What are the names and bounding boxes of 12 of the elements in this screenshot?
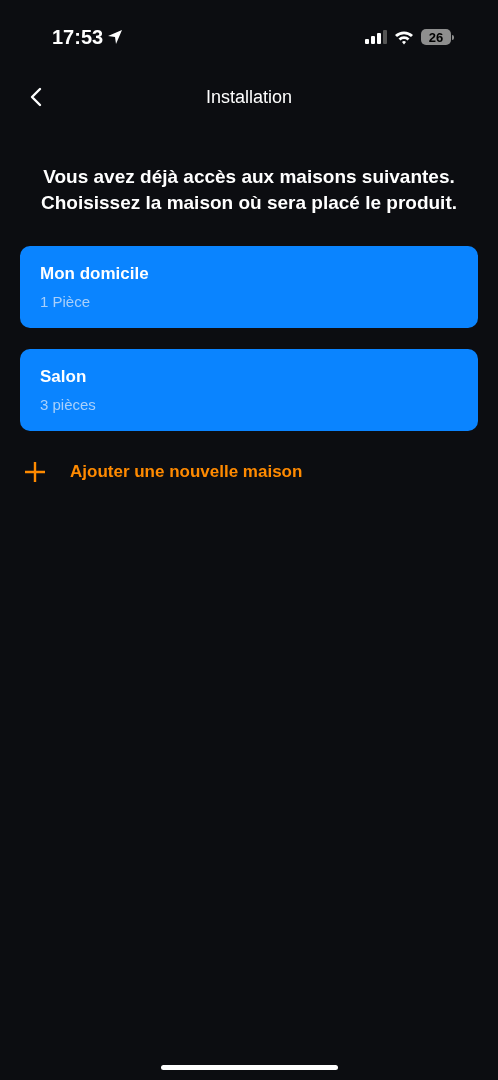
- signal-icon: [365, 30, 387, 44]
- screen-title: Installation: [205, 85, 293, 109]
- add-home-button[interactable]: Ajouter une nouvelle maison: [24, 459, 303, 485]
- plus-icon: [24, 460, 46, 483]
- location-arrow-icon: [107, 29, 124, 45]
- intro-text: Vous avez déjà accès aux maisons suivantes. Choisissez la maison où sera placé le produit.: [40, 165, 458, 215]
- status-time: 17:53: [52, 25, 104, 50]
- battery-indicator: 26: [421, 29, 454, 45]
- wifi-icon: [394, 29, 414, 45]
- home-card[interactable]: Salon 3 pièces: [20, 349, 478, 431]
- home-card[interactable]: Mon domicile 1 Pièce: [20, 246, 478, 328]
- back-chevron-icon: [30, 87, 42, 107]
